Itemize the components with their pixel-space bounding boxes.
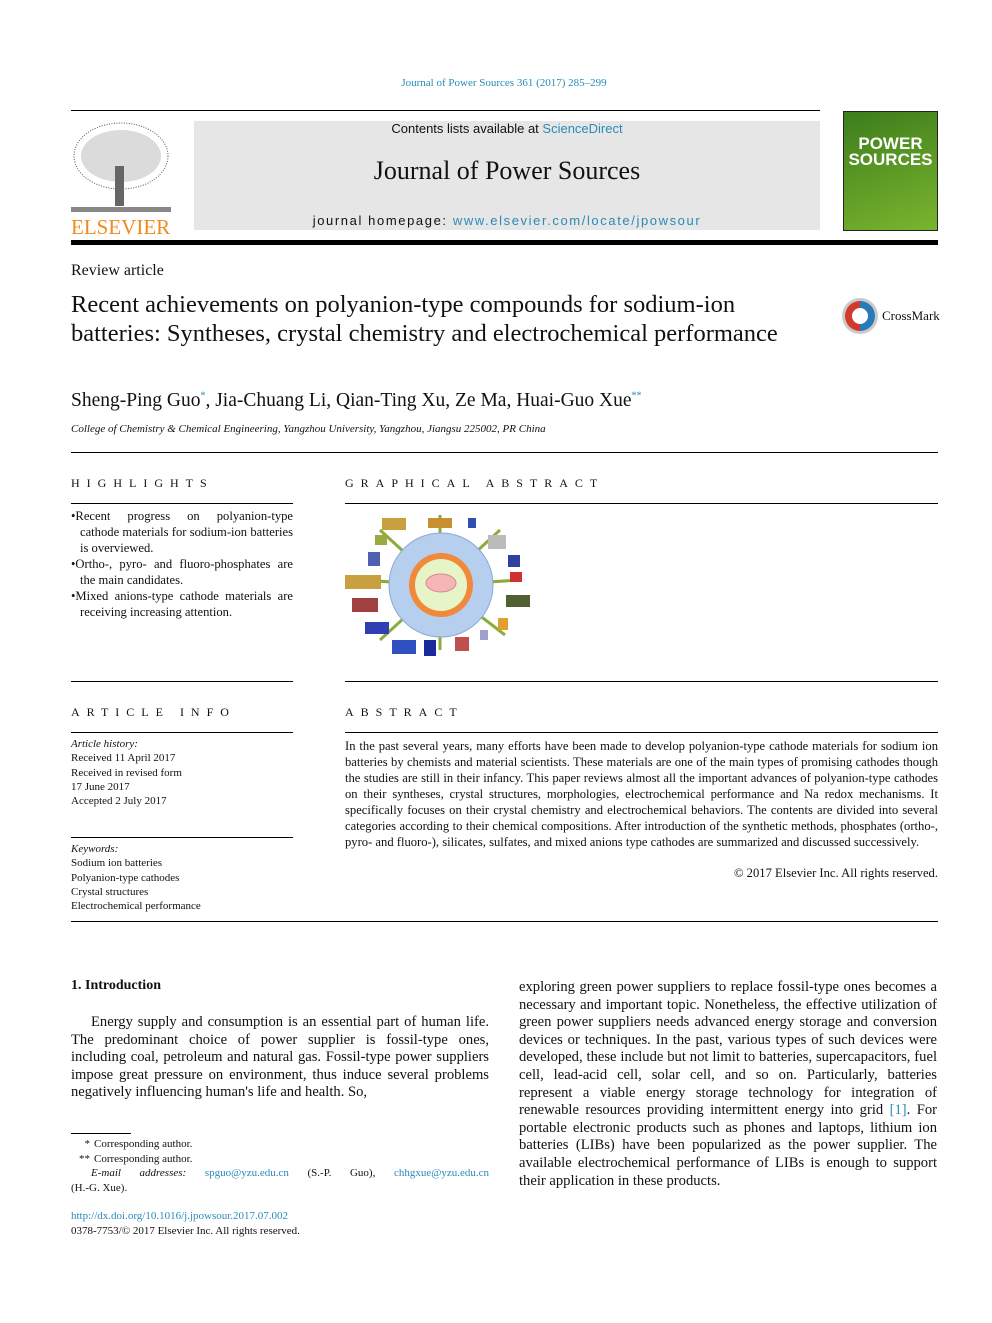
history-label: Article history:	[71, 738, 138, 750]
author-mark[interactable]: *	[200, 391, 205, 402]
keyword: Polyanion-type cathodes	[71, 871, 180, 884]
footnote-rule	[71, 1133, 131, 1134]
abstract-text: In the past several years, many efforts …	[345, 739, 938, 849]
abstract-heading: ABSTRACT	[345, 705, 464, 719]
keywords: Keywords: Sodium ion batteries Polyanion…	[71, 842, 201, 913]
journal-banner: Contents lists available at ScienceDirec…	[194, 121, 820, 230]
article-page: Journal of Power Sources 361 (2017) 285–…	[0, 0, 992, 1323]
rule	[71, 732, 293, 733]
author[interactable]: Qian-Ting Xu	[336, 390, 445, 411]
keyword: Electrochemical performance	[71, 900, 201, 913]
highlights-list: •Recent progress on polyanion-type catho…	[71, 508, 293, 620]
rule	[71, 921, 938, 922]
rule	[345, 681, 938, 682]
header-top-rule	[71, 110, 820, 111]
history-item: Received 11 April 2017	[71, 752, 176, 765]
article-history: Article history: Received 11 April 2017 …	[71, 737, 182, 808]
history-item: Accepted 2 July 2017	[71, 795, 167, 808]
rule	[71, 837, 293, 838]
abstract-copyright: © 2017 Elsevier Inc. All rights reserved…	[733, 866, 938, 880]
highlights-heading: HIGHLIGHTS	[71, 476, 214, 490]
rule	[345, 503, 938, 504]
author[interactable]: Jia-Chuang Li	[215, 390, 326, 411]
highlight-item: •Ortho-, pyro- and fluoro-phosphates are…	[71, 557, 293, 587]
contents-line: Contents lists available at ScienceDirec…	[194, 121, 820, 136]
journal-cover-thumbnail[interactable]: POWER SOURCES	[843, 111, 938, 231]
affiliation: College of Chemistry & Chemical Engineer…	[71, 423, 546, 435]
homepage-line: journal homepage: www.elsevier.com/locat…	[194, 213, 820, 228]
reference-link[interactable]: [1]	[890, 1102, 907, 1118]
journal-title: Journal of Power Sources	[373, 156, 641, 185]
contents-label: Contents lists available at	[391, 121, 543, 136]
graphical-abstract-heading: GRAPHICAL ABSTRACT	[345, 476, 605, 490]
elsevier-wordmark: ELSEVIER	[71, 215, 171, 239]
email-link[interactable]: spguo@yzu.edu.cn	[205, 1167, 289, 1179]
cover-title: POWER SOURCES	[848, 134, 933, 169]
author[interactable]: Ze Ma	[455, 390, 506, 411]
rule	[71, 452, 938, 453]
keyword: Crystal structures	[71, 885, 149, 898]
footnote: * Corresponding author.	[84, 1138, 193, 1150]
footnotes: * Corresponding author. ** Corresponding a…	[71, 1137, 489, 1238]
rule	[345, 732, 938, 733]
highlight-item: •Recent progress on polyanion-type catho…	[71, 509, 293, 555]
email-link[interactable]: chhgxue@yzu.edu.cn	[394, 1167, 489, 1179]
intro-paragraph: Energy supply and consumption is an esse…	[71, 1014, 489, 1101]
article-type: Review article	[71, 262, 164, 279]
keyword: Sodium ion batteries	[71, 857, 163, 870]
footnote: ** Corresponding author.	[79, 1152, 193, 1165]
history-item: 17 June 2017	[71, 780, 130, 793]
elsevier-logo: ELSEVIER	[71, 121, 171, 238]
crossmark-label: CrossMark	[882, 308, 940, 323]
author-mark[interactable]: **	[632, 391, 642, 402]
doi-link[interactable]: http://dx.doi.org/10.1016/j.jpowsour.201…	[71, 1209, 489, 1224]
elsevier-tree-icon	[71, 122, 171, 212]
highlight-item: •Mixed anions-type cathode materials are…	[71, 589, 293, 619]
homepage-label: journal homepage:	[312, 213, 453, 228]
header-bottom-rule	[71, 240, 938, 245]
center-ellipse	[425, 573, 457, 593]
rule	[71, 503, 293, 504]
crossmark-icon	[842, 298, 878, 334]
author-list: Sheng-Ping Guo*, Jia-Chuang Li, Qian-Tin…	[71, 390, 642, 411]
rule	[71, 681, 293, 682]
article-title: Recent achievements on polyanion-type co…	[71, 291, 778, 347]
issn-line: 0378-7753/© 2017 Elsevier Inc. All right…	[71, 1224, 300, 1237]
sciencedirect-link[interactable]: ScienceDirect	[542, 121, 622, 136]
graphical-abstract-figure[interactable]	[340, 510, 540, 660]
keywords-label: Keywords:	[71, 843, 119, 855]
crossmark-badge[interactable]: CrossMark	[841, 297, 940, 335]
author[interactable]: Sheng-Ping Guo	[71, 390, 200, 411]
email-owner: (H.-G. Xue).	[71, 1181, 128, 1194]
history-item: Received in revised form	[71, 766, 182, 779]
author[interactable]: Huai-Guo Xue	[516, 390, 631, 411]
journal-citation-link[interactable]: Journal of Power Sources 361 (2017) 285–…	[0, 77, 992, 89]
article-info-heading: ARTICLE INFO	[71, 705, 236, 719]
intro-paragraph-continued: exploring green power suppliers to repla…	[519, 979, 937, 1189]
section-heading: 1. Introduction	[71, 978, 161, 993]
email-line: E-mail addresses: spguo@yzu.edu.cn (S.-P…	[91, 1167, 489, 1179]
homepage-link[interactable]: www.elsevier.com/locate/jpowsour	[453, 213, 701, 228]
